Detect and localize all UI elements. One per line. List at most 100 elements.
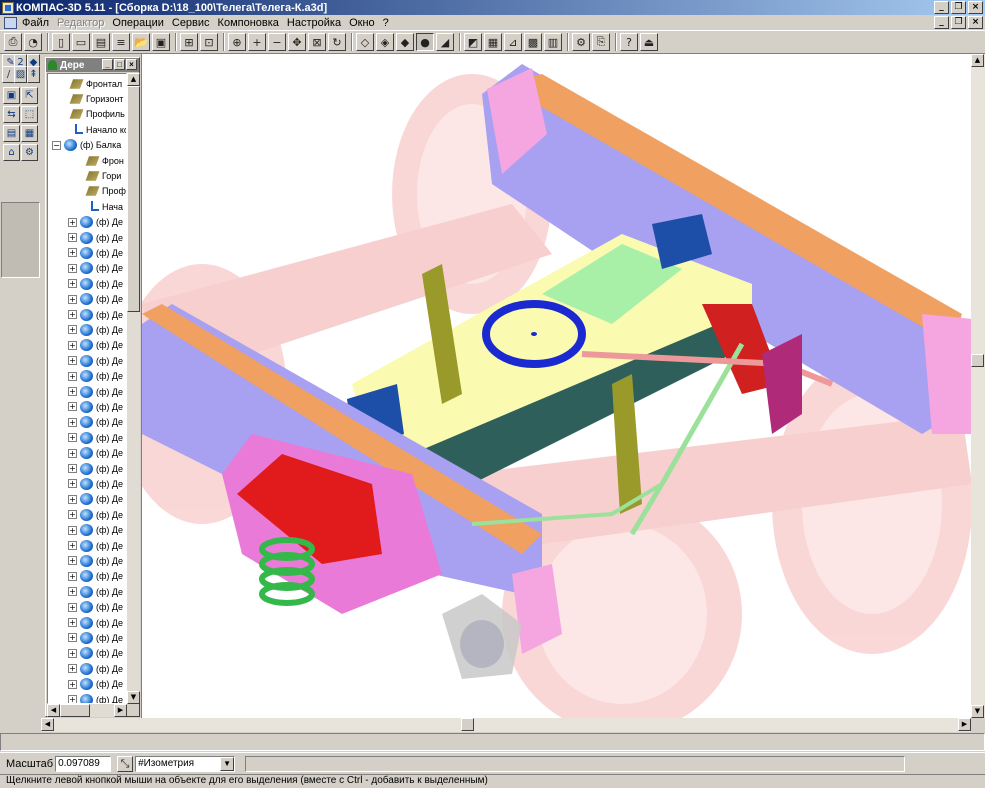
hidden-lines-icon[interactable]: ◈ bbox=[376, 33, 394, 51]
grid-icon[interactable]: ⊞ bbox=[180, 33, 198, 51]
viewport-scroll-down-icon[interactable]: ▼ bbox=[971, 705, 984, 718]
scroll-right-icon[interactable]: ▶ bbox=[114, 704, 127, 717]
wireframe-icon[interactable]: ◇ bbox=[356, 33, 374, 51]
tree-item[interactable]: + (ф) Де bbox=[68, 399, 123, 414]
tree-item[interactable]: + (ф) Де bbox=[68, 276, 123, 291]
tree-item[interactable]: + (ф) Де bbox=[68, 538, 123, 553]
document-icon[interactable] bbox=[4, 16, 17, 29]
expand-icon[interactable]: + bbox=[68, 602, 77, 612]
tree-item[interactable]: + (ф) Де bbox=[68, 692, 123, 703]
print-icon[interactable]: ⎙ bbox=[4, 33, 22, 51]
assembly-icon[interactable]: ⚙ bbox=[21, 144, 38, 161]
measure-tool-icon[interactable]: ⌂ bbox=[3, 144, 20, 161]
tree-hscroll-thumb[interactable] bbox=[60, 704, 90, 717]
new-fragment-icon[interactable]: ▤ bbox=[92, 33, 110, 51]
viewport-scroll-right-icon[interactable]: ▶ bbox=[958, 718, 971, 731]
menu-item-6[interactable]: Окно bbox=[345, 17, 379, 29]
close-button[interactable]: × bbox=[968, 1, 983, 14]
zoom-in-icon[interactable]: + bbox=[248, 33, 266, 51]
chevron-down-icon[interactable]: ▼ bbox=[220, 756, 235, 771]
tree-item[interactable]: + (ф) Де bbox=[68, 261, 123, 276]
tree-close-button[interactable]: × bbox=[126, 59, 137, 70]
view-orientation-icon[interactable]: ⤡ bbox=[117, 755, 134, 772]
array-icon[interactable]: ▦ bbox=[21, 125, 38, 142]
tree-horizontal-scrollbar[interactable]: ◀ ▶ bbox=[47, 704, 127, 717]
tree-item[interactable]: + (ф) Де bbox=[68, 338, 123, 353]
expand-icon[interactable]: + bbox=[68, 464, 77, 473]
restore-button[interactable]: ❐ bbox=[951, 1, 966, 14]
menu-item-4[interactable]: Компоновка bbox=[214, 17, 283, 29]
tree-item[interactable]: + (ф) Де bbox=[68, 507, 123, 522]
tree-scroll-thumb[interactable] bbox=[127, 86, 140, 312]
shaded-icon[interactable]: ● bbox=[416, 33, 434, 51]
tree-item[interactable]: + (ф) Де bbox=[68, 523, 123, 538]
expand-icon[interactable]: + bbox=[68, 325, 77, 335]
tree-item[interactable]: + (ф) Де bbox=[68, 384, 123, 399]
expand-icon[interactable]: + bbox=[68, 525, 77, 535]
tree-maximize-button[interactable]: □ bbox=[114, 59, 125, 70]
tree-item[interactable]: + (ф) Де bbox=[68, 353, 123, 368]
collapse-icon[interactable]: − bbox=[52, 140, 61, 150]
expand-icon[interactable]: + bbox=[68, 510, 77, 520]
menu-item-7[interactable]: ? bbox=[379, 17, 393, 29]
tree-item[interactable]: + (ф) Де bbox=[68, 615, 123, 630]
open-icon[interactable]: 📂 bbox=[132, 33, 150, 51]
tree-item[interactable]: + (ф) Де bbox=[68, 430, 123, 445]
menu-item-2[interactable]: Операции bbox=[108, 17, 167, 29]
bogie-assembly-model[interactable] bbox=[142, 54, 971, 718]
tree-item[interactable]: + (ф) Де bbox=[68, 446, 123, 461]
tree-item[interactable]: + (ф) Де bbox=[68, 476, 123, 491]
measure-icon[interactable]: ⊿ bbox=[504, 33, 522, 51]
expand-icon[interactable]: + bbox=[68, 217, 77, 227]
expand-icon[interactable]: + bbox=[68, 448, 77, 458]
tree-item[interactable]: Горизонт bbox=[69, 91, 123, 106]
tree-item[interactable]: + (ф) Де bbox=[68, 569, 123, 584]
preview-icon[interactable]: ◔ bbox=[24, 33, 42, 51]
expand-icon[interactable]: + bbox=[68, 633, 77, 643]
expand-icon[interactable]: + bbox=[68, 294, 77, 304]
expand-icon[interactable]: + bbox=[68, 371, 77, 381]
part-ops-icon[interactable]: ▣ bbox=[3, 87, 20, 104]
tree-item[interactable]: + (ф) Де bbox=[68, 584, 123, 599]
preview-2-icon[interactable]: ⎘ bbox=[592, 33, 610, 51]
help-icon[interactable]: ? bbox=[620, 33, 638, 51]
tree-item[interactable]: Фрон bbox=[85, 153, 124, 168]
tree-item[interactable]: + (ф) Де bbox=[68, 646, 123, 661]
viewport-vertical-scrollbar[interactable]: ▲ ▼ bbox=[971, 54, 985, 718]
expand-icon[interactable]: + bbox=[68, 233, 77, 242]
tree-item[interactable]: + (ф) Де bbox=[68, 461, 123, 476]
viewport-scroll-up-icon[interactable]: ▲ bbox=[971, 54, 984, 67]
rotate-icon[interactable]: ↻ bbox=[328, 33, 346, 51]
tree-vertical-scrollbar[interactable]: ▲ ▼ bbox=[127, 73, 140, 704]
move-component-icon[interactable]: ⬚ bbox=[21, 106, 38, 123]
viewport-scroll-left-icon[interactable]: ◀ bbox=[41, 718, 54, 731]
expand-icon[interactable]: + bbox=[68, 494, 77, 504]
menu-item-5[interactable]: Настройка bbox=[283, 17, 345, 29]
tree-item[interactable]: + (ф) Де bbox=[68, 630, 123, 645]
hatch-icon[interactable]: ▨ bbox=[14, 66, 27, 83]
tree-minimize-button[interactable]: _ bbox=[102, 59, 113, 70]
expand-icon[interactable]: + bbox=[68, 387, 77, 396]
expand-icon[interactable]: + bbox=[68, 417, 77, 427]
scroll-up-icon[interactable]: ▲ bbox=[127, 73, 140, 86]
save-icon[interactable]: ▣ bbox=[152, 33, 170, 51]
properties-icon[interactable]: ▦ bbox=[484, 33, 502, 51]
doc-restore-button[interactable]: ❐ bbox=[951, 16, 966, 29]
expand-icon[interactable]: + bbox=[68, 587, 77, 597]
expand-icon[interactable]: + bbox=[68, 679, 77, 689]
tree-item[interactable]: + (ф) Де bbox=[68, 307, 123, 322]
viewport-vscroll-thumb[interactable] bbox=[971, 354, 984, 367]
viewport-horizontal-scrollbar[interactable]: ◀ ▶ bbox=[41, 718, 971, 732]
hole-icon[interactable]: ▤ bbox=[3, 125, 20, 142]
tree-item[interactable]: Нача bbox=[86, 199, 123, 214]
tree-item[interactable]: Фронтал bbox=[69, 76, 122, 91]
tree-item[interactable]: Проф bbox=[85, 184, 126, 199]
doc-close-button[interactable]: × bbox=[968, 16, 983, 29]
thin-hidden-icon[interactable]: ◆ bbox=[396, 33, 414, 51]
fit-icon[interactable]: ⊠ bbox=[308, 33, 326, 51]
minimize-button[interactable]: _ bbox=[934, 1, 949, 14]
tree-item[interactable]: Начало ко bbox=[70, 122, 126, 137]
tree-item[interactable]: + (ф) Де bbox=[68, 677, 123, 692]
viewport-hscroll-thumb[interactable] bbox=[461, 718, 474, 731]
expand-icon[interactable]: + bbox=[68, 648, 77, 658]
